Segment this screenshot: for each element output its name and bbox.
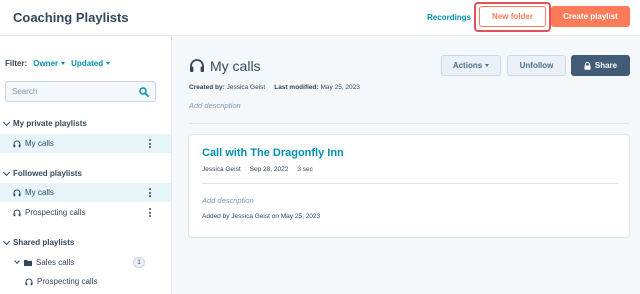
sidebar-item-shared-prospecting-calls[interactable]: Prospecting calls [0, 272, 171, 291]
created-by-value: Jessica Geist [226, 84, 266, 91]
unfollow-button[interactable]: Unfollow [507, 55, 566, 76]
headset-icon [25, 278, 33, 285]
last-modified-label: Last modified: [274, 84, 319, 91]
sidebar-item-followed-prospecting-calls[interactable]: Prospecting calls [0, 203, 171, 222]
new-folder-button[interactable]: New folder [479, 6, 546, 27]
call-added-by: Added by Jessica Geist on May 25, 2023 [202, 213, 321, 220]
divider [189, 123, 629, 124]
filter-row: Filter: Owner Updated [5, 59, 111, 68]
lock-icon [584, 61, 591, 70]
sidebar-item-label: Prospecting calls [25, 208, 86, 217]
chevron-down-icon [2, 237, 11, 245]
updated-filter-label: Updated [71, 59, 104, 68]
add-description-link[interactable]: Add description [189, 101, 241, 110]
section-title: My private playlists [13, 119, 87, 128]
share-button[interactable]: Share [571, 55, 630, 76]
search-icon[interactable] [139, 87, 149, 97]
kebab-menu-icon[interactable] [148, 188, 151, 197]
owner-filter-dropdown[interactable]: Owner [33, 59, 66, 68]
caret-down-icon [61, 62, 66, 65]
call-card: Call with The Dragonfly Inn Jessica Geis… [188, 134, 630, 238]
search-input[interactable] [12, 85, 132, 98]
section-followed-playlists[interactable]: Followed playlists [2, 168, 82, 178]
headset-icon [190, 59, 204, 72]
owner-filter-label: Owner [33, 59, 59, 68]
call-add-description-link[interactable]: Add description [202, 196, 254, 205]
chevron-down-icon [2, 168, 11, 176]
call-date: Sep 28, 2022 [249, 166, 289, 173]
call-duration: 3 sec [297, 166, 313, 173]
sidebar-item-label: My calls [25, 139, 54, 148]
actions-dropdown-button[interactable]: Actions [441, 55, 501, 76]
section-title: Shared playlists [13, 238, 75, 247]
main-panel: My calls Actions Unfollow Share Created … [173, 37, 640, 294]
filter-label: Filter: [5, 59, 28, 68]
call-owner: Jessica Geist [202, 166, 241, 173]
chevron-down-icon [14, 258, 20, 264]
folder-icon [24, 260, 32, 266]
count-badge: 1 [133, 257, 145, 268]
headset-icon [13, 189, 21, 196]
section-my-private-playlists[interactable]: My private playlists [2, 118, 87, 128]
actions-label: Actions [452, 61, 483, 70]
section-shared-playlists[interactable]: Shared playlists [2, 237, 75, 247]
section-title: Followed playlists [13, 169, 82, 178]
sidebar-item-followed-my-calls[interactable]: My calls [0, 183, 171, 202]
create-playlist-button[interactable]: Create playlist [551, 6, 630, 27]
headset-icon [13, 140, 21, 147]
page-title: Coaching Playlists [13, 10, 129, 25]
caret-down-icon [106, 62, 111, 65]
playlist-meta: Created by: Jessica Geist Last modified:… [189, 84, 360, 91]
sidebar-item-private-my-calls[interactable]: My calls [0, 134, 171, 153]
caret-down-icon [485, 64, 490, 67]
last-modified-value: May 25, 2023 [320, 84, 360, 91]
playlist-title: My calls [210, 58, 261, 74]
call-meta: Jessica Geist Sep 28, 2022 3 sec [202, 166, 313, 173]
top-bar: Coaching Playlists Recordings New folder… [0, 0, 640, 36]
kebab-menu-icon[interactable] [148, 208, 151, 217]
updated-filter-dropdown[interactable]: Updated [71, 59, 111, 68]
headset-icon [13, 209, 21, 216]
call-title-link[interactable]: Call with The Dragonfly Inn [202, 147, 344, 159]
sidebar-item-label: Prospecting calls [37, 277, 98, 286]
sidebar-item-label: My calls [25, 188, 54, 197]
search-box [5, 81, 156, 102]
sidebar: Filter: Owner Updated My private playlis… [0, 37, 172, 294]
created-by-label: Created by: [189, 84, 225, 91]
divider [202, 183, 618, 184]
sidebar-folder-sales-calls[interactable]: Sales calls 1 [0, 253, 171, 272]
folder-label: Sales calls [36, 258, 75, 267]
recordings-link[interactable]: Recordings [427, 13, 471, 22]
chevron-down-icon [2, 118, 11, 126]
share-label: Share [594, 61, 618, 70]
kebab-menu-icon[interactable] [148, 139, 151, 148]
